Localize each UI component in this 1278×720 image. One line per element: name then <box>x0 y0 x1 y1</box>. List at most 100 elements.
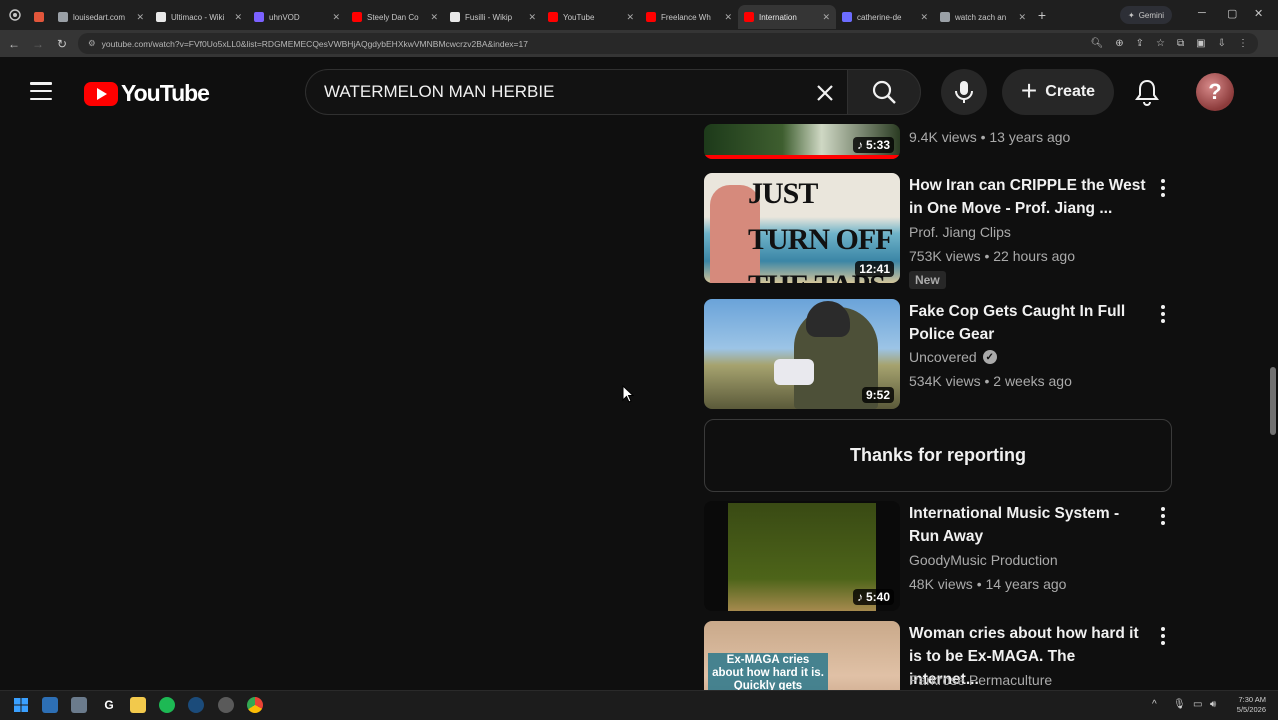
window-app-icon[interactable] <box>71 697 87 713</box>
browser-tab[interactable]: catherine-de ✕ <box>836 5 934 29</box>
browser-tab[interactable]: watch zach an ✕ <box>934 5 1032 29</box>
video-thumbnail[interactable]: 9:52 <box>704 299 900 409</box>
scrollbar-thumb[interactable] <box>1270 367 1276 435</box>
back-arrow-icon[interactable]: ← <box>2 37 26 51</box>
clear-search-icon[interactable] <box>811 79 839 107</box>
chrome-icon[interactable] <box>247 697 263 713</box>
tray-display-icon[interactable]: ▭ <box>1193 699 1202 710</box>
browser-tab[interactable]: Freelance Wh ✕ <box>640 5 738 29</box>
video-thumbnail[interactable]: Ex-MAGA cries about how hard it is. Quic… <box>704 621 900 690</box>
video-channel[interactable]: GoodyMusic Production <box>909 552 1058 568</box>
search-input[interactable] <box>324 82 784 102</box>
video-meta: 534K views • 2 weeks ago <box>909 373 1072 389</box>
gaming-app-icon[interactable]: G <box>101 697 117 713</box>
video-thumbnail[interactable]: ♪ 5:33 <box>704 124 900 159</box>
video-channel[interactable]: Parkrose Permaculture <box>909 672 1052 688</box>
tab-favicon-icon <box>548 12 558 22</box>
tab-close-icon[interactable]: ✕ <box>724 12 732 23</box>
browser-tab[interactable]: uhnVOD ✕ <box>248 5 346 29</box>
settings-app-icon[interactable] <box>218 697 234 713</box>
video-channel[interactable]: Uncovered ✓ <box>909 349 997 365</box>
create-label: Create <box>1045 83 1096 100</box>
video-title[interactable]: International Music System - Run Away <box>909 502 1149 548</box>
bookmark-star-icon[interactable]: ☆ <box>1156 38 1165 49</box>
spotify-icon[interactable] <box>159 697 175 713</box>
sidebar-icon[interactable]: ▣ <box>1196 38 1205 49</box>
more-actions-icon[interactable] <box>1159 506 1167 526</box>
create-button[interactable]: + Create <box>1002 69 1114 115</box>
tab-close-icon[interactable]: ✕ <box>1018 12 1026 23</box>
tab-close-icon[interactable]: ✕ <box>626 12 634 23</box>
tab-close-icon[interactable]: ✕ <box>528 12 536 23</box>
tab-close-icon[interactable]: ✕ <box>136 12 144 23</box>
file-explorer-icon[interactable] <box>130 697 146 713</box>
list-item[interactable]: ♪ 5:40 International Music System - Run A… <box>704 501 1174 613</box>
tab-close-icon[interactable]: ✕ <box>234 12 242 23</box>
browser-tab[interactable]: Steely Dan Co ✕ <box>346 5 444 29</box>
minimize-icon[interactable]: ─ <box>1198 7 1206 19</box>
video-thumbnail[interactable]: ♪ 5:40 <box>704 501 900 611</box>
browser-tab[interactable]: Ultimaco - Wiki ✕ <box>150 5 248 29</box>
voice-search-button[interactable] <box>941 69 987 115</box>
video-title[interactable]: How Iran can CRIPPLE the West in One Mov… <box>909 174 1149 220</box>
plus-icon: + <box>1020 74 1038 106</box>
address-bar[interactable]: ⚙ youtube.com/watch?v=FVf0Uo5xLL0&list=R… <box>78 33 1258 54</box>
notifications-bell-icon[interactable] <box>1132 77 1162 107</box>
install-icon[interactable]: ⊕ <box>1115 38 1123 49</box>
taskbar-clock[interactable]: 7:30 AM 5/5/2026 <box>1226 695 1266 715</box>
youtube-logo[interactable]: YouTube <box>84 80 210 107</box>
site-info-icon[interactable]: ⚙ <box>88 38 96 49</box>
menu-icon[interactable]: ⋮ <box>1238 38 1248 49</box>
list-item[interactable]: Ex-MAGA cries about how hard it is. Quic… <box>704 621 1174 690</box>
channel-name: Parkrose Permaculture <box>909 672 1053 688</box>
channel-name: Uncovered <box>909 349 977 365</box>
tab-favicon-icon <box>450 12 460 22</box>
search-button[interactable] <box>847 69 921 115</box>
more-actions-icon[interactable] <box>1159 178 1167 198</box>
steam-icon[interactable] <box>188 697 204 713</box>
gemini-label: Gemini <box>1138 10 1165 20</box>
tab-close-icon[interactable]: ✕ <box>920 12 928 23</box>
tab-close-icon[interactable]: ✕ <box>332 12 340 23</box>
clock-time: 7:30 AM <box>1238 695 1266 704</box>
tab-title: watch zach an <box>955 12 1007 22</box>
window-close-icon[interactable]: ✕ <box>1254 7 1263 20</box>
tab-close-icon[interactable]: ✕ <box>822 12 830 23</box>
new-tab-button[interactable]: + <box>1032 7 1052 23</box>
browser-tab-strip: louisedart.com ✕ Ultimaco - Wiki ✕ uhnVOD ✕… <box>0 0 1278 30</box>
windows-start-icon[interactable] <box>13 697 29 713</box>
reload-icon[interactable]: ↻ <box>50 37 74 51</box>
browser-tab[interactable]: YouTube ✕ <box>542 5 640 29</box>
search-box[interactable] <box>305 69 847 115</box>
downloads-icon[interactable]: ⇩ <box>1218 38 1226 49</box>
task-view-icon[interactable] <box>42 697 58 713</box>
profile-icon[interactable] <box>0 0 30 30</box>
account-avatar[interactable]: ? <box>1196 73 1234 111</box>
maximize-icon[interactable]: ▢ <box>1227 7 1237 20</box>
clock-date: 5/5/2026 <box>1236 705 1266 714</box>
hamburger-menu-icon[interactable] <box>30 82 52 100</box>
tray-volume-icon[interactable]: 🔊︎ <box>1210 699 1216 710</box>
page-scrollbar[interactable] <box>1268 57 1278 685</box>
list-item[interactable]: ♪ 5:33 9.4K views • 13 years ago <box>704 124 1174 163</box>
more-actions-icon[interactable] <box>1159 626 1167 646</box>
tab-title: Freelance Wh <box>661 12 711 22</box>
browser-tab[interactable]: louisedart.com ✕ <box>52 5 150 29</box>
video-thumbnail[interactable]: JUST TURN OFF THE TAPS 12:41 <box>704 173 900 283</box>
list-item[interactable]: JUST TURN OFF THE TAPS 12:41 How Iran ca… <box>704 173 1174 289</box>
extensions-icon[interactable]: ⧉ <box>1177 38 1184 49</box>
browser-tab[interactable] <box>30 5 52 29</box>
list-item[interactable]: 9:52 Fake Cop Gets Caught In Full Police… <box>704 299 1174 411</box>
zoom-icon[interactable]: 🔍︎ <box>1091 38 1104 49</box>
video-title[interactable]: Fake Cop Gets Caught In Full Police Gear <box>909 300 1149 346</box>
gemini-button[interactable]: ✦ Gemini <box>1120 6 1173 24</box>
tray-mic-icon[interactable]: 🎙︎ <box>1173 699 1186 710</box>
browser-tab[interactable]: Fusilli - Wikip ✕ <box>444 5 542 29</box>
tray-overflow-icon[interactable]: ^ <box>1152 699 1157 710</box>
share-icon[interactable]: ⇪ <box>1136 38 1144 49</box>
browser-tab-active[interactable]: Internation ✕ <box>738 5 836 29</box>
more-actions-icon[interactable] <box>1159 304 1167 324</box>
forward-arrow-icon[interactable]: → <box>26 37 50 51</box>
tab-close-icon[interactable]: ✕ <box>430 12 438 23</box>
video-channel[interactable]: Prof. Jiang Clips <box>909 224 1011 240</box>
